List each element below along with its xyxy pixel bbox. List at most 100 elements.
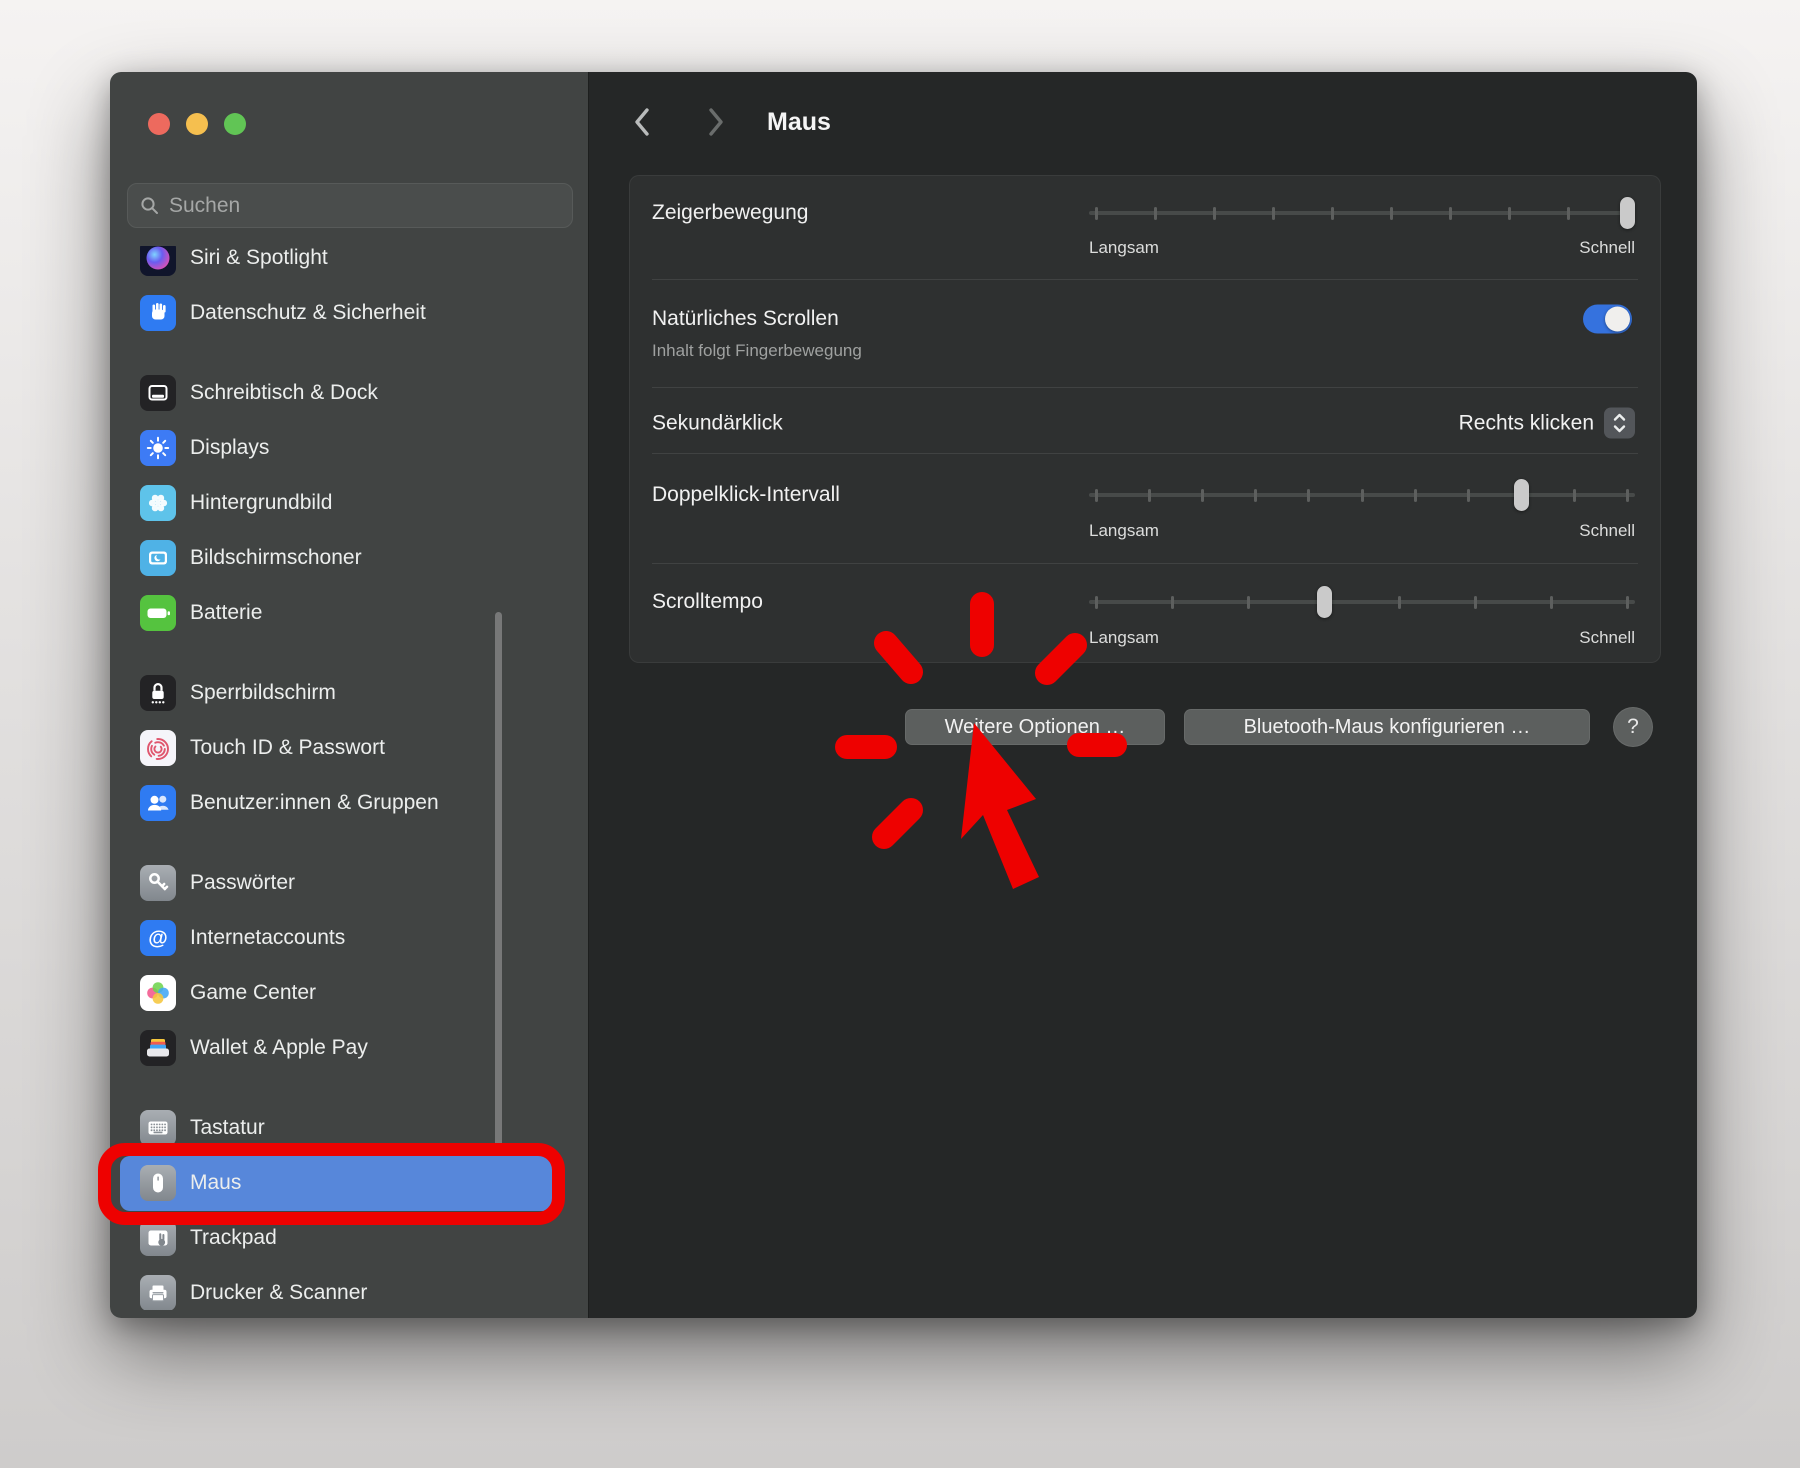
- slider-knob[interactable]: [1620, 197, 1635, 229]
- more-options-button[interactable]: Weitere Optionen …: [905, 709, 1165, 745]
- sidebar-item-displays[interactable]: Displays: [120, 421, 560, 476]
- fullscreen-button[interactable]: [224, 113, 246, 135]
- sidebar-item-label: Internetaccounts: [190, 926, 346, 949]
- mouse-settings-card: Zeigerbewegung Langsam Schnell Natürlich…: [629, 175, 1661, 663]
- sidebar-item-label: Batterie: [190, 601, 263, 624]
- slider-tick: [1170, 596, 1174, 609]
- battery-icon: [140, 595, 176, 631]
- slider-tick: [1095, 489, 1098, 502]
- scale-min-label: Langsam: [1089, 521, 1159, 540]
- sidebar-item-label: Siri & Spotlight: [190, 246, 328, 269]
- window-controls: [148, 113, 246, 135]
- sidebar-item-desktop-dock[interactable]: Schreibtisch & Dock: [120, 366, 560, 421]
- search-placeholder: Suchen: [169, 193, 241, 217]
- sidebar-item-label: Tastatur: [190, 1116, 265, 1139]
- sidebar-item-label: Displays: [190, 436, 270, 459]
- sidebar-item-internet-accounts[interactable]: @ Internetaccounts: [120, 911, 560, 966]
- slider-tick: [1095, 596, 1098, 609]
- sidebar-item-privacy[interactable]: Datenschutz & Sicherheit: [120, 286, 560, 341]
- trackpad-icon: [140, 1220, 176, 1256]
- scroll-speed-label: Scrolltempo: [652, 590, 763, 613]
- sidebar-item-printers[interactable]: Drucker & Scanner: [120, 1266, 560, 1310]
- secondary-click-dropdown[interactable]: Rechts klicken: [1458, 407, 1635, 439]
- sidebar-item-game-center[interactable]: Game Center: [120, 966, 560, 1021]
- forward-button[interactable]: [701, 102, 731, 142]
- fingerprint-icon: [140, 730, 176, 766]
- divider: [652, 563, 1638, 564]
- siri-icon: [140, 246, 176, 276]
- dropdown-value: Rechts klicken: [1458, 411, 1594, 434]
- scale-max-label: Schnell: [1579, 521, 1635, 540]
- sidebar-group: Passwörter @ Internetaccounts Game Center Wa…: [110, 856, 588, 1076]
- sidebar-item-trackpad[interactable]: Trackpad: [120, 1211, 560, 1266]
- configure-bluetooth-mouse-button[interactable]: Bluetooth-Maus konfigurieren …: [1184, 709, 1590, 745]
- close-button[interactable]: [148, 113, 170, 135]
- displays-sun-icon: [140, 430, 176, 466]
- wallet-icon: [140, 1030, 176, 1066]
- minimize-button[interactable]: [186, 113, 208, 135]
- slider-tick: [1307, 489, 1311, 502]
- slider-tick: [1213, 207, 1216, 220]
- sidebar-item-label: Schreibtisch & Dock: [190, 381, 378, 404]
- pointer-speed-scale: Langsam Schnell: [1089, 238, 1635, 258]
- sidebar-scrollbar[interactable]: [495, 612, 502, 1152]
- double-click-slider[interactable]: [1089, 479, 1635, 511]
- sidebar-list: Siri & Spotlight Datenschutz & Sicherheit…: [110, 246, 588, 1310]
- sidebar-item-label: Bildschirmschoner: [190, 546, 362, 569]
- natural-scrolling-sublabel: Inhalt folgt Fingerbewegung: [652, 341, 862, 360]
- chevron-right-icon: [709, 108, 723, 136]
- slider-tick: [1272, 207, 1275, 220]
- sidebar-group: Schreibtisch & Dock Displays Hintergrundbi…: [110, 366, 588, 641]
- slider-knob[interactable]: [1317, 586, 1333, 618]
- slider-tick: [1398, 596, 1402, 609]
- slider-tick: [1449, 207, 1452, 220]
- help-button[interactable]: ?: [1613, 707, 1653, 747]
- slider-tick: [1413, 489, 1417, 502]
- sidebar-item-touch-id[interactable]: Touch ID & Passwort: [120, 721, 560, 776]
- sidebar-group: Siri & Spotlight Datenschutz & Sicherheit: [110, 246, 588, 341]
- chevron-left-icon: [635, 108, 649, 136]
- slider-track[interactable]: [1089, 211, 1635, 215]
- sidebar-item-screensaver[interactable]: Bildschirmschoner: [120, 531, 560, 586]
- scroll-speed-scale: Langsam Schnell: [1089, 628, 1635, 648]
- slider-tick: [1466, 489, 1470, 502]
- scale-max-label: Schnell: [1579, 238, 1635, 257]
- navigation-bar: Maus: [589, 96, 831, 148]
- search-icon: [141, 197, 158, 214]
- secondary-click-label: Sekundärklick: [652, 411, 783, 434]
- svg-text:@: @: [148, 928, 168, 950]
- sidebar-item-label: Hintergrundbild: [190, 491, 333, 514]
- sidebar-item-mouse[interactable]: Maus: [120, 1155, 560, 1211]
- scroll-speed-slider[interactable]: [1089, 586, 1635, 618]
- slider-tick: [1331, 207, 1334, 220]
- pointer-speed-slider[interactable]: [1089, 197, 1635, 229]
- sidebar-item-users-groups[interactable]: Benutzer:innen & Gruppen: [120, 776, 560, 831]
- sidebar-item-label: Drucker & Scanner: [190, 1281, 368, 1304]
- pointer-speed-label: Zeigerbewegung: [652, 201, 809, 224]
- scale-max-label: Schnell: [1579, 628, 1635, 647]
- sidebar-item-wallet[interactable]: Wallet & Apple Pay: [120, 1021, 560, 1076]
- keyboard-icon: [140, 1110, 176, 1146]
- divider: [652, 453, 1638, 454]
- sidebar-item-battery[interactable]: Batterie: [120, 586, 560, 641]
- double-click-scale: Langsam Schnell: [1089, 521, 1635, 541]
- sidebar-item-label: Game Center: [190, 981, 317, 1004]
- divider: [652, 387, 1638, 388]
- sidebar-item-siri[interactable]: Siri & Spotlight: [120, 246, 560, 286]
- sidebar-item-label: Benutzer:innen & Gruppen: [190, 791, 439, 814]
- key-icon: [140, 865, 176, 901]
- action-buttons-row: Weitere Optionen … Bluetooth-Maus konfig…: [629, 707, 1661, 747]
- sidebar-item-wallpaper[interactable]: Hintergrundbild: [120, 476, 560, 531]
- page-title: Maus: [767, 107, 831, 136]
- sidebar-item-keyboard[interactable]: Tastatur: [120, 1101, 560, 1156]
- natural-scrolling-label: Natürliches Scrollen: [652, 307, 839, 330]
- desktop-dock-icon: [140, 375, 176, 411]
- sidebar-item-passwords[interactable]: Passwörter: [120, 856, 560, 911]
- sidebar-item-lock-screen[interactable]: Sperrbildschirm: [120, 666, 560, 721]
- natural-scrolling-toggle[interactable]: [1583, 304, 1632, 334]
- search-input[interactable]: Suchen: [127, 183, 573, 228]
- slider-knob[interactable]: [1513, 479, 1529, 511]
- back-button[interactable]: [627, 102, 657, 142]
- slider-tick: [1390, 207, 1393, 220]
- sidebar-item-label: Wallet & Apple Pay: [190, 1036, 368, 1059]
